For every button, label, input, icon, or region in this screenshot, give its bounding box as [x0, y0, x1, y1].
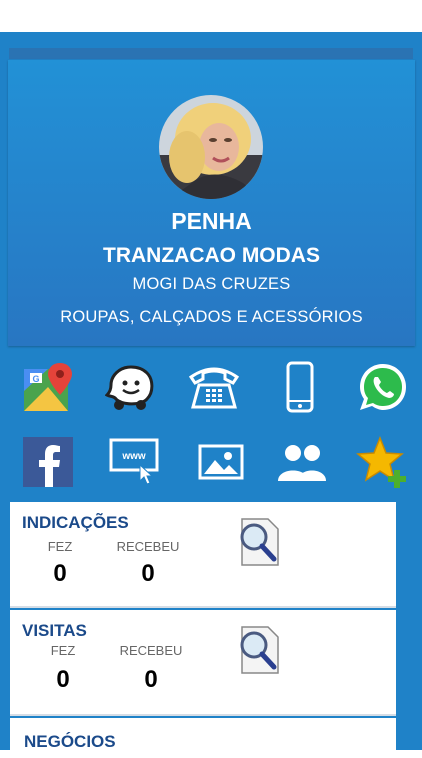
profile-name: PENHA	[171, 208, 252, 234]
referrals-received-value: 0	[141, 560, 155, 587]
add-favorite-icon[interactable]	[356, 435, 410, 489]
action-row-2: www	[0, 435, 422, 491]
referrals-made-value: 0	[53, 560, 67, 587]
svg-text:G: G	[32, 374, 39, 384]
waze-icon[interactable]	[104, 360, 158, 414]
category-label: ROUPAS, CALÇADOS E ACESSÓRIOS	[60, 308, 363, 326]
gallery-icon[interactable]	[194, 435, 248, 489]
app-container: PENHA TRANZACAO MODAS MOGI DAS CRUZES RO…	[0, 32, 422, 758]
visits-search-icon[interactable]	[236, 625, 280, 680]
company-name: TRANZACAO MODAS	[103, 244, 320, 267]
visits-received-label: RECEBEU	[119, 643, 183, 658]
contacts-icon[interactable]	[275, 435, 329, 489]
referrals-title: INDICAÇÕES	[22, 513, 129, 532]
referrals-card: INDICAÇÕES FEZ RECEBEU 0 0	[10, 502, 396, 608]
telephone-icon[interactable]	[187, 360, 241, 414]
avatar	[159, 95, 263, 199]
whatsapp-icon[interactable]	[356, 360, 410, 414]
google-maps-icon[interactable]: G	[21, 360, 75, 414]
referrals-received-label: RECEBEU	[116, 539, 180, 554]
top-bar	[9, 48, 413, 59]
action-row-1: G	[0, 360, 422, 416]
mobile-phone-icon[interactable]	[273, 360, 327, 414]
facebook-icon[interactable]	[21, 435, 75, 489]
website-icon[interactable]: www	[107, 435, 161, 489]
city-label: MOGI DAS CRUZES	[132, 275, 291, 293]
visits-card: VISITAS FEZ RECEBEU 0 0	[10, 610, 396, 716]
visits-received-value: 0	[144, 666, 158, 693]
profile-header: PENHA TRANZACAO MODAS MOGI DAS CRUZES RO…	[8, 60, 415, 346]
svg-text:www: www	[121, 451, 146, 462]
visits-made-value: 0	[56, 666, 70, 693]
visits-title: VISITAS	[22, 621, 87, 640]
business-card: NEGÓCIOS	[10, 718, 396, 758]
visits-made-label: FEZ	[50, 643, 76, 658]
referrals-made-label: FEZ	[47, 539, 73, 554]
business-title: NEGÓCIOS	[24, 732, 116, 751]
referrals-search-icon[interactable]	[236, 517, 280, 572]
